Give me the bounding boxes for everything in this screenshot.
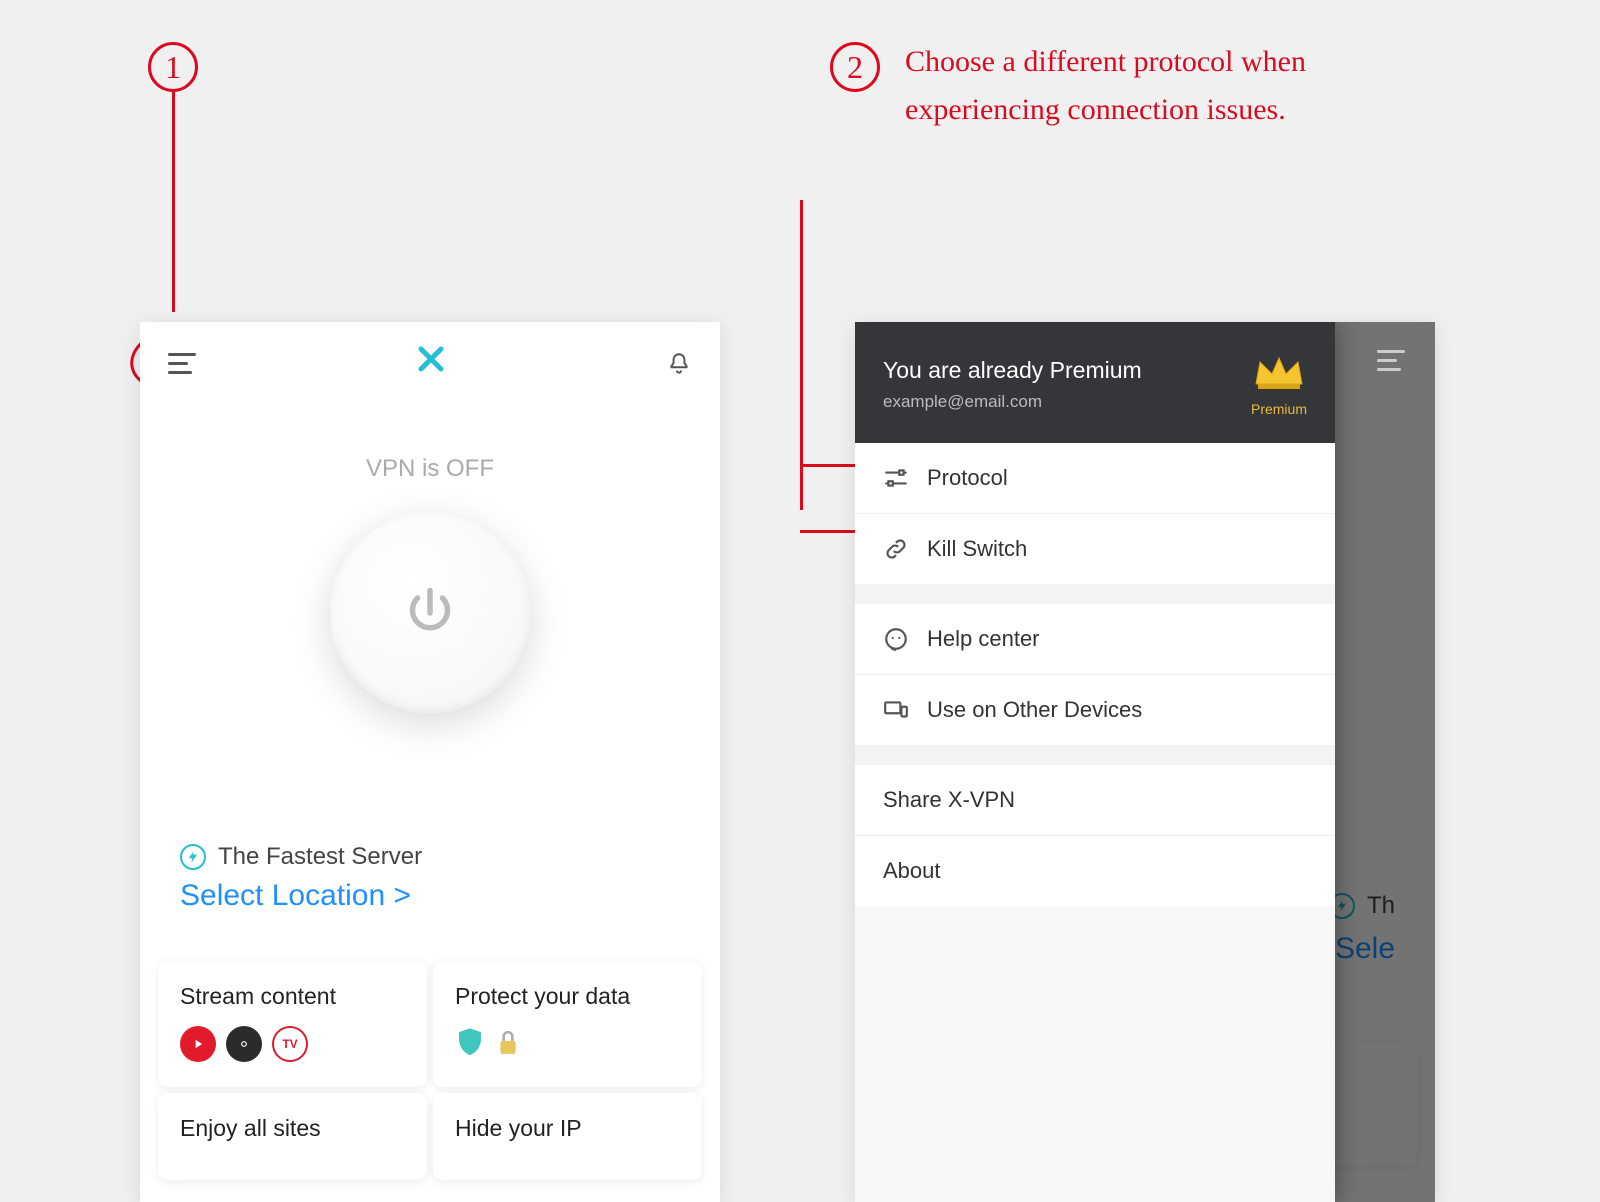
card-title: Protect your data [455,983,680,1010]
fastest-server-label: The Fastest Server [218,843,422,871]
step-2-connector-top [800,464,860,467]
menu-label: About [883,858,941,884]
card-title: Hide your IP [455,1115,680,1142]
drawer-header: You are already Premium example@email.co… [855,322,1335,443]
menu-item-share[interactable]: Share X-VPN [855,765,1335,836]
menu-item-about[interactable]: About [855,836,1335,906]
menu-item-killswitch[interactable]: Kill Switch [855,514,1335,584]
step-1-connector-line [172,92,175,312]
menu-label: Kill Switch [927,536,1027,562]
step-2-badge: 2 [830,42,880,92]
headset-icon [883,626,909,652]
card-icons: TV [180,1026,405,1062]
link-icon [883,536,909,562]
bolt-icon [180,844,206,870]
card-stream-content[interactable]: Stream content TV [158,961,427,1087]
app-header [140,322,720,405]
card-title: Stream content [180,983,405,1010]
select-location-link[interactable]: Select Location > [140,871,720,913]
premium-status-label: You are already Premium [883,357,1142,384]
card-title: Enjoy all sites [180,1115,405,1142]
card-protect-data[interactable]: Protect your data [433,961,702,1087]
hamburger-menu-icon[interactable] [168,353,196,374]
step-1-badge: 1 [148,42,198,92]
power-connect-button[interactable] [330,513,530,713]
devices-icon [883,697,909,723]
shield-icon [455,1026,485,1065]
fastest-server-row: The Fastest Server [140,843,720,871]
notification-bell-icon[interactable] [666,351,692,377]
menu-group-1: Protocol Kill Switch [855,443,1335,584]
menu-label: Share X-VPN [883,787,1015,813]
premium-badge-label: Premium [1251,401,1307,417]
tv-icon: TV [272,1026,308,1062]
power-icon [400,583,460,643]
step-2-caption: Choose a different protocol when experie… [905,38,1405,134]
menu-group-3: Share X-VPN About [855,765,1335,906]
menu-divider [855,745,1335,765]
phone-drawer-screen: Th Sele Strea You are already Premium ex… [855,322,1435,1202]
step-2-connector-bottom [800,530,860,533]
disc-icon [226,1026,262,1062]
menu-label: Protocol [927,465,1008,491]
account-email: example@email.com [883,392,1142,412]
card-enjoy-sites[interactable]: Enjoy all sites [158,1093,427,1180]
crown-icon [1252,352,1306,392]
hamburger-menu-icon[interactable] [1377,350,1405,371]
sliders-icon [883,465,909,491]
menu-label: Use on Other Devices [927,697,1142,723]
feature-cards: Stream content TV Protect your data [140,961,720,1180]
menu-item-help[interactable]: Help center [855,604,1335,675]
menu-divider [855,584,1335,604]
vpn-status-label: VPN is OFF [140,455,720,483]
menu-label: Help center [927,626,1040,652]
side-drawer: You are already Premium example@email.co… [855,322,1335,1202]
lock-icon [495,1027,521,1064]
app-logo-icon [416,344,446,383]
phone-main-screen: VPN is OFF The Fastest Server Select Loc… [140,322,720,1202]
menu-group-2: Help center Use on Other Devices [855,604,1335,745]
card-icons [455,1026,680,1065]
card-hide-ip[interactable]: Hide your IP [433,1093,702,1180]
menu-item-protocol[interactable]: Protocol [855,443,1335,514]
premium-badge: Premium [1251,352,1307,417]
play-icon [180,1026,216,1062]
menu-item-devices[interactable]: Use on Other Devices [855,675,1335,745]
